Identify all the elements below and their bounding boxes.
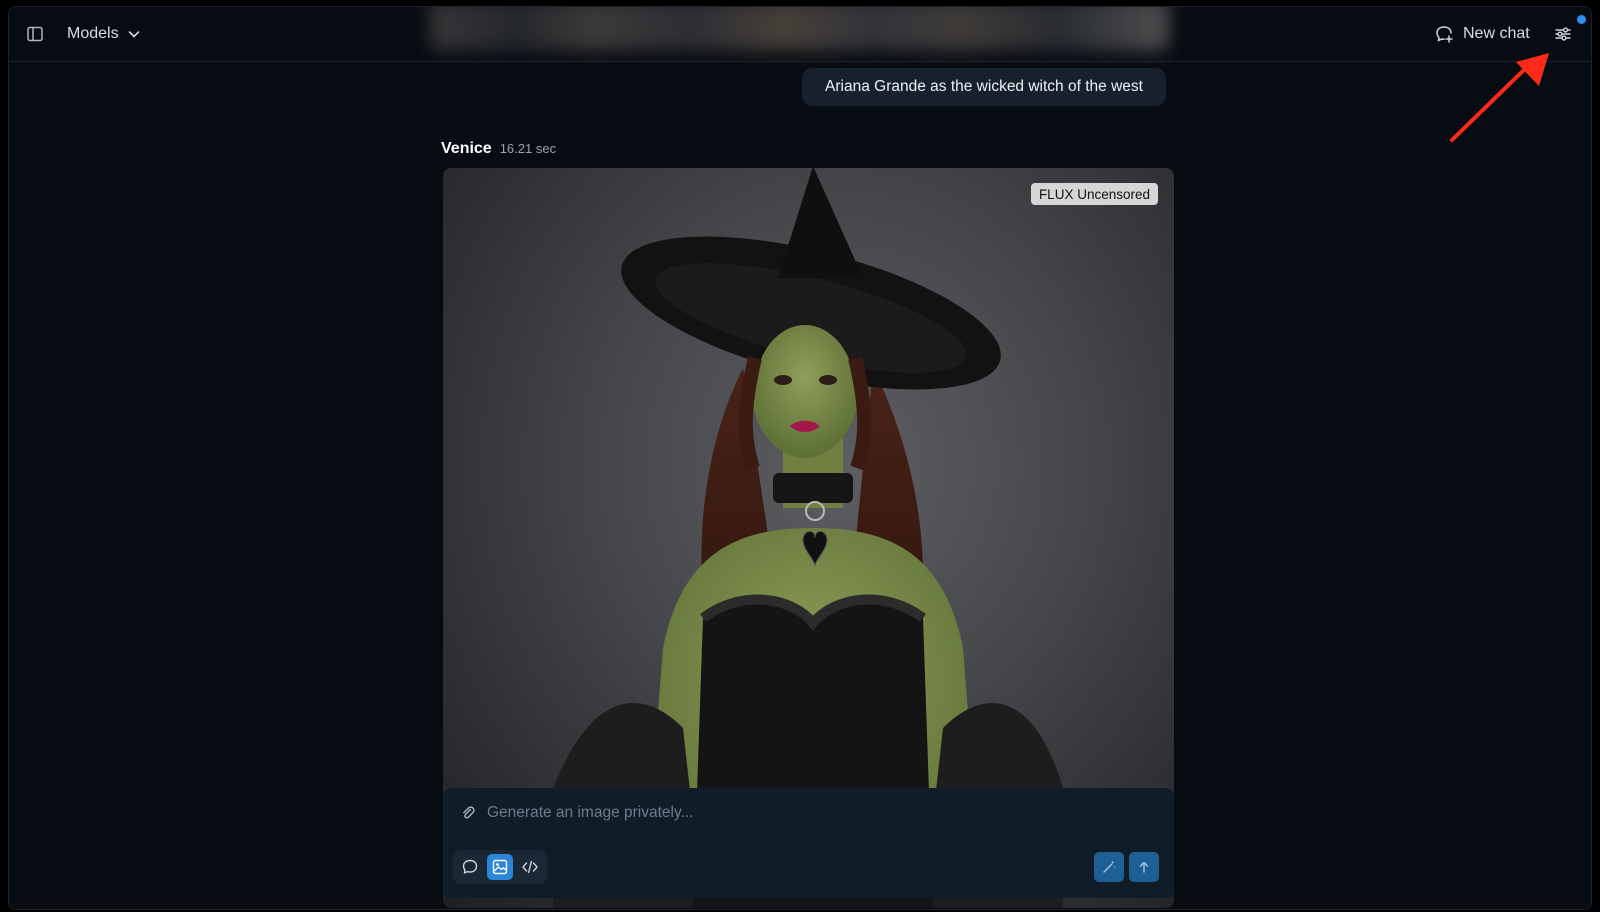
top-header: Models New chat [9, 7, 1591, 62]
image-mode-button[interactable] [487, 854, 513, 880]
new-chat-icon [1436, 26, 1453, 43]
response-time: 16.21 sec [499, 141, 557, 156]
user-message-text: Ariana Grande as the wicked witch of the… [825, 78, 1143, 95]
new-chat-label: New chat [1463, 25, 1530, 42]
notification-dot [1577, 15, 1586, 24]
new-chat-button[interactable]: New chat [1434, 22, 1530, 46]
mode-selector [453, 850, 547, 884]
chevron-down-icon [128, 31, 139, 38]
assistant-name: Venice [441, 140, 492, 157]
user-message-bubble: Ariana Grande as the wicked witch of the… [802, 68, 1166, 106]
enhance-prompt-button[interactable] [1094, 852, 1124, 882]
chat-bubble-icon [462, 859, 478, 874]
app-window: Models New chat Ariana Grande as the wic… [8, 6, 1592, 910]
image-icon [492, 859, 508, 875]
sidebar-toggle-button[interactable] [25, 24, 45, 44]
blurred-image-preview [429, 7, 1169, 51]
model-badge: FLUX Uncensored [1030, 183, 1158, 205]
composer [443, 788, 1174, 898]
settings-sliders-icon [1555, 27, 1571, 41]
attach-button[interactable] [459, 804, 477, 822]
prompt-input[interactable] [487, 801, 1087, 825]
sidebar-icon [27, 26, 43, 42]
magic-wand-icon [1103, 860, 1116, 873]
assistant-meta: Venice 16.21 sec [441, 140, 556, 158]
settings-button[interactable] [1553, 24, 1573, 44]
chat-mode-button[interactable] [457, 854, 483, 880]
paperclip-icon [463, 806, 475, 819]
arrow-up-icon [1139, 861, 1149, 873]
models-dropdown[interactable]: Models [67, 23, 141, 45]
code-icon [522, 860, 538, 874]
send-button[interactable] [1129, 852, 1159, 882]
code-mode-button[interactable] [517, 854, 543, 880]
models-label: Models [67, 25, 119, 42]
